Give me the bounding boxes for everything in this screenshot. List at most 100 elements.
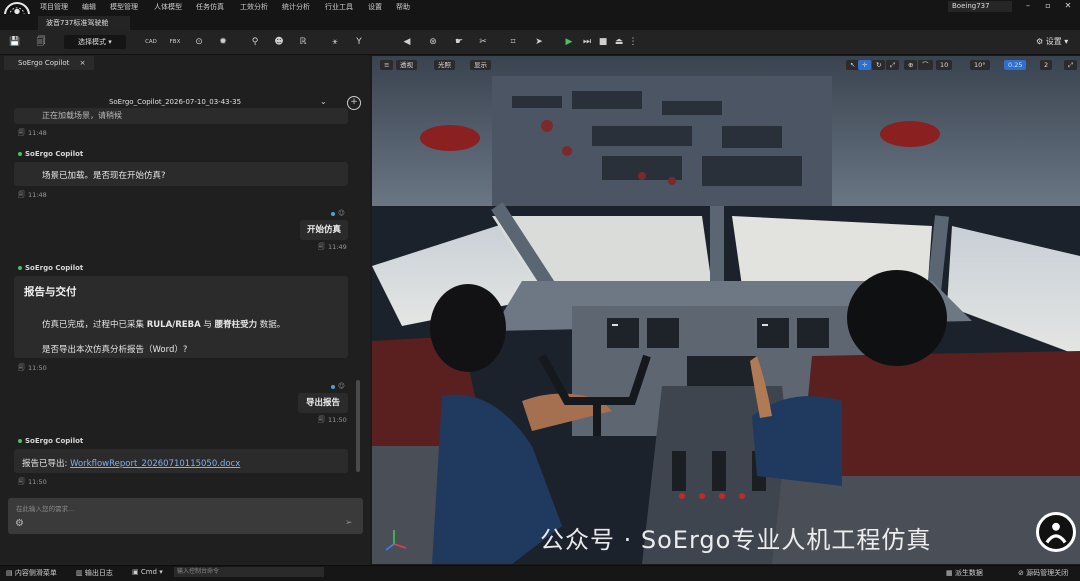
document-tab-strip: [0, 14, 1080, 30]
3d-viewport[interactable]: [372, 56, 1080, 564]
chat-scrollbar[interactable]: [356, 380, 360, 472]
settings-button[interactable]: ⚙ 设置 ▾: [1036, 36, 1068, 47]
message-text: 报告已导出: WorkflowReport_20260710115050.doc…: [22, 457, 240, 469]
menu-ergonomics[interactable]: 工效分析: [240, 2, 268, 12]
menu-statistics[interactable]: 统计分析: [282, 2, 310, 12]
tool-icon[interactable]: Y: [352, 36, 366, 48]
more-icon[interactable]: ⋮: [626, 36, 640, 48]
close-button[interactable]: ✕: [1060, 1, 1076, 10]
menu-project[interactable]: 项目管理: [40, 2, 68, 12]
minimize-button[interactable]: –: [1020, 1, 1036, 10]
stop-icon[interactable]: ■: [596, 36, 610, 48]
wheel-icon[interactable]: ⊛: [426, 36, 440, 48]
derived-data-button[interactable]: ▦ 派生数据: [946, 568, 983, 578]
send-icon[interactable]: ➢: [345, 518, 353, 528]
text-bold: 腰脊柱受力: [214, 320, 258, 330]
copy-icon[interactable]: 🗐: [18, 129, 25, 140]
move-tool-icon[interactable]: ✛: [858, 60, 872, 70]
posture-icon[interactable]: ℝ: [296, 36, 310, 48]
message-time: 11:50: [28, 364, 47, 372]
close-icon[interactable]: ×: [80, 59, 86, 67]
viewport-menu-icon[interactable]: ≡: [380, 60, 394, 70]
output-log-button[interactable]: ▥ 输出日志: [76, 568, 113, 578]
menu-industry-tools[interactable]: 行业工具: [325, 2, 353, 12]
cad-import-icon[interactable]: CAD: [144, 36, 158, 48]
eject-icon[interactable]: ⏏: [612, 36, 626, 48]
copilot-status-dot: [18, 439, 22, 443]
maximize-button[interactable]: ▫: [1040, 1, 1056, 10]
select-mode-button[interactable]: 选择模式 ▾: [64, 35, 126, 49]
message-text: 是否导出本次仿真分析报告（Word）?: [42, 345, 188, 355]
viewport-perspective-button[interactable]: 透视: [396, 60, 417, 70]
copy-icon[interactable]: 🗐: [18, 364, 25, 375]
surface-snap-icon[interactable]: ⌒: [918, 60, 933, 70]
copy-icon[interactable]: 🗐: [318, 243, 325, 254]
step-icon[interactable]: ⏭: [580, 36, 594, 48]
content-browser-label: 内容侧滑菜单: [14, 569, 57, 577]
project-selector[interactable]: Boeing737: [948, 1, 1012, 12]
copy-icon[interactable]: 🗐: [18, 191, 25, 202]
scale-snap-button[interactable]: 0.25: [1004, 60, 1027, 70]
watermark-text: 公众号 · SoErgo专业人机工程仿真: [540, 526, 932, 554]
gear-icon: ⚙: [1036, 37, 1044, 46]
menu-task-sim[interactable]: 任务仿真: [196, 2, 224, 12]
message-time: 11:48: [28, 129, 47, 137]
message-text: 场景已加载。是否现在开始仿真?: [42, 171, 166, 181]
rotate-tool-icon[interactable]: ↻: [872, 60, 886, 70]
session-title: SoErgo_Copilot_2026-07-10_03-43-35: [108, 98, 242, 106]
menu-human-model[interactable]: 人体模型: [154, 2, 182, 12]
head-icon[interactable]: ☻: [272, 36, 286, 48]
gear-icon[interactable]: ⚙: [15, 518, 24, 529]
viewport-show-button[interactable]: 显示: [470, 60, 491, 70]
text-span: 仿真已完成，过程中已采集: [42, 320, 147, 330]
user-message: 导出报告: [298, 393, 348, 413]
text-span: 报告已导出:: [22, 459, 71, 469]
new-session-icon[interactable]: +: [347, 96, 361, 110]
save-icon[interactable]: 💾: [8, 36, 22, 48]
message-text: 仿真已完成，过程中已采集 RULA/REBA 与 腰脊柱受力 数据。: [42, 318, 285, 330]
cmd-label: Cmd: [140, 568, 157, 576]
viewport-maximize-icon[interactable]: ⤢: [1064, 60, 1078, 70]
watermark-logo-icon: [1036, 512, 1076, 552]
console-command-input[interactable]: 输入控制台命令: [174, 567, 324, 577]
copilot-tab[interactable]: SoErgo Copilot ×: [4, 56, 94, 70]
document-tab[interactable]: 波音737标准驾驶舱: [38, 16, 130, 30]
walk-icon[interactable]: ⚹: [328, 36, 342, 48]
source-control-button[interactable]: ⊘ 源码管理关闭: [1018, 568, 1068, 578]
cmd-button[interactable]: ▣ Cmd ▾: [132, 568, 163, 576]
menu-model[interactable]: 模型管理: [110, 2, 138, 12]
message-time: 11:50: [28, 478, 47, 486]
output-log-label: 输出日志: [84, 569, 113, 577]
grid-snap-button[interactable]: 10: [936, 60, 953, 70]
chevron-down-icon[interactable]: ⌄: [320, 97, 327, 106]
menu-settings[interactable]: 设置: [368, 2, 382, 12]
cut-icon[interactable]: ✂: [476, 36, 490, 48]
fbx-import-icon[interactable]: FBX: [168, 36, 182, 48]
message-sender: SoErgo Copilot: [25, 264, 84, 272]
viewport-lighting-button[interactable]: 光照: [434, 60, 455, 70]
world-space-icon[interactable]: ⊕: [904, 60, 918, 70]
play-icon[interactable]: ▶: [562, 36, 576, 48]
sphere-icon[interactable]: ⊙: [192, 36, 206, 48]
menu-help[interactable]: 帮助: [396, 2, 410, 12]
menu-edit[interactable]: 编辑: [82, 2, 96, 12]
send-icon[interactable]: ➤: [532, 36, 546, 48]
message-time: 11:48: [28, 191, 47, 199]
copy-icon[interactable]: 🗐: [318, 416, 325, 427]
scale-tool-icon[interactable]: ⤢: [886, 60, 900, 70]
chat-input[interactable]: 在此输入您的需求... ⚙ ➢: [8, 498, 363, 534]
message-heading: 报告与交付: [24, 286, 77, 298]
crop-icon[interactable]: ⌗: [506, 36, 520, 48]
select-mode-label: 选择模式: [78, 38, 106, 46]
sun-icon[interactable]: ✹: [216, 36, 230, 48]
bulb-icon[interactable]: ⚲: [248, 36, 262, 48]
rotation-snap-button[interactable]: 10°: [970, 60, 990, 70]
copy-icon[interactable]: 🗐: [18, 478, 25, 489]
user-message: 开始仿真: [300, 220, 348, 240]
content-browser-button[interactable]: ▤ 内容侧滑菜单: [6, 568, 57, 578]
camera-left-icon[interactable]: ◀: [400, 36, 414, 48]
report-link[interactable]: WorkflowReport_20260710115050.docx: [70, 459, 240, 469]
save-as-icon[interactable]: 🗐: [34, 36, 48, 48]
camera-speed-button[interactable]: 2: [1040, 60, 1053, 70]
hand-icon[interactable]: ☛: [452, 36, 466, 48]
